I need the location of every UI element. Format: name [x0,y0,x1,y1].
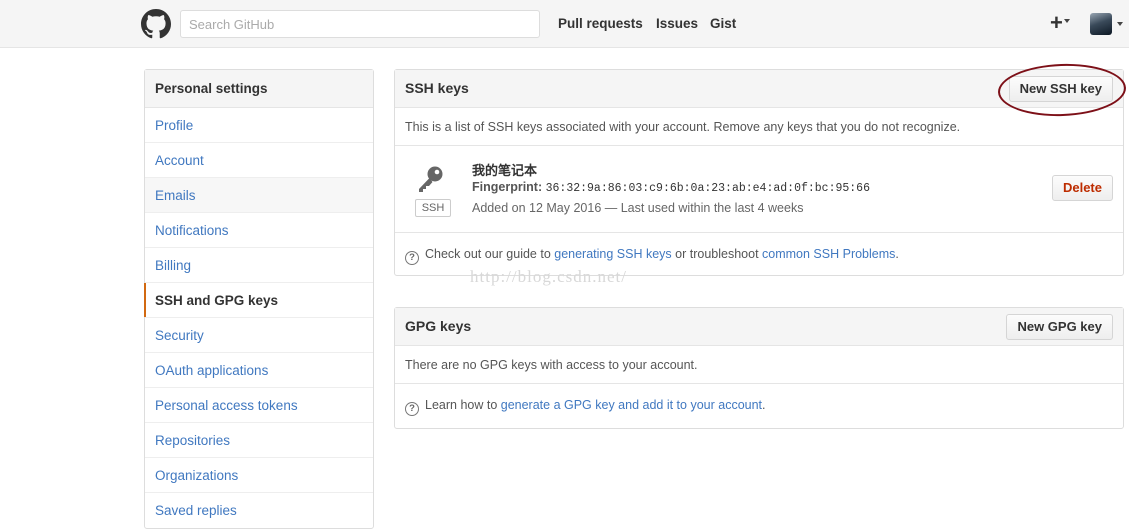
gpg-keys-header: GPG keys New GPG key [395,308,1123,346]
gpg-help-text: ? Learn how to generate a GPG key and add… [405,398,766,416]
caret-down-icon [1117,22,1123,26]
fingerprint-label: Fingerprint: [472,180,543,194]
fingerprint-value: 36:32:9a:86:03:c9:6b:0a:23:ab:e4:ad:0f:b… [545,182,870,195]
top-header: Pull requests Issues Gist + [0,0,1129,48]
sidebar-item-billing[interactable]: Billing [145,248,373,283]
sidebar-item-organizations[interactable]: Organizations [145,458,373,493]
create-new-menu[interactable]: + [1050,12,1078,36]
avatar [1090,13,1112,35]
sidebar-item-profile[interactable]: Profile [145,108,373,143]
question-icon: ? [405,251,419,265]
sidebar-item-notifications[interactable]: Notifications [145,213,373,248]
gpg-keys-panel: GPG keys New GPG key There are no GPG ke… [394,307,1124,429]
generate-gpg-key-link[interactable]: generate a GPG key and add it to your ac… [501,398,762,412]
sidebar-item-personal-access-tokens[interactable]: Personal access tokens [145,388,373,423]
ssh-help-prefix: Check out our guide to [425,247,555,261]
common-ssh-problems-link[interactable]: common SSH Problems [762,247,895,261]
ssh-help-middle: or troubleshoot [671,247,763,261]
sidebar-item-emails[interactable]: Emails [145,178,373,213]
gpg-help-prefix: Learn how to [425,398,501,412]
ssh-keys-title: SSH keys [405,80,469,96]
new-gpg-key-button[interactable]: New GPG key [1006,314,1113,340]
ssh-key-added: Added on 12 May 2016 — Last used within … [472,201,804,215]
generating-ssh-keys-link[interactable]: generating SSH keys [554,247,671,261]
sidebar-item-saved-replies[interactable]: Saved replies [145,493,373,528]
ssh-help-suffix: . [895,247,899,261]
gpg-description: There are no GPG keys with access to you… [405,358,698,372]
ssh-description: This is a list of SSH keys associated wi… [405,120,961,134]
watermark-text: http://blog.csdn.net/ [470,267,627,286]
ssh-key-fingerprint: Fingerprint: 36:32:9a:86:03:c9:6b:0a:23:… [472,180,870,195]
settings-sidebar: Personal settings Profile Account Emails… [144,69,374,529]
user-menu[interactable] [1090,13,1129,35]
sidebar-item-oauth-applications[interactable]: OAuth applications [145,353,373,388]
ssh-help-text: ? Check out our guide to generating SSH k… [405,247,899,265]
sidebar-heading: Personal settings [145,70,373,108]
gpg-keys-title: GPG keys [405,318,472,334]
key-icon [419,166,443,192]
sidebar-item-account[interactable]: Account [145,143,373,178]
plus-icon: + [1050,10,1063,35]
ssh-badge: SSH [415,199,451,217]
caret-down-icon [1063,19,1070,24]
gpg-help-suffix: . [762,398,766,412]
search-input[interactable] [180,10,540,38]
sidebar-item-security[interactable]: Security [145,318,373,353]
sidebar-item-ssh-gpg-keys[interactable]: SSH and GPG keys [144,283,373,318]
delete-ssh-key-button[interactable]: Delete [1051,175,1113,201]
nav-issues[interactable]: Issues [656,0,698,48]
nav-pull-requests[interactable]: Pull requests [558,0,643,48]
sidebar-item-repositories[interactable]: Repositories [145,423,373,458]
github-logo-icon[interactable] [141,9,171,39]
gpg-description-row: There are no GPG keys with access to you… [395,346,1123,384]
nav-gist[interactable]: Gist [710,0,736,48]
ssh-key-name: 我的笔记本 [472,163,538,178]
gpg-help-row: ? Learn how to generate a GPG key and add… [395,384,1123,426]
ssh-description-row: This is a list of SSH keys associated wi… [395,108,1123,146]
question-icon: ? [405,402,419,416]
ssh-key-item: SSH 我的笔记本 Fingerprint: 36:32:9a:86:03:c9… [395,146,1123,233]
